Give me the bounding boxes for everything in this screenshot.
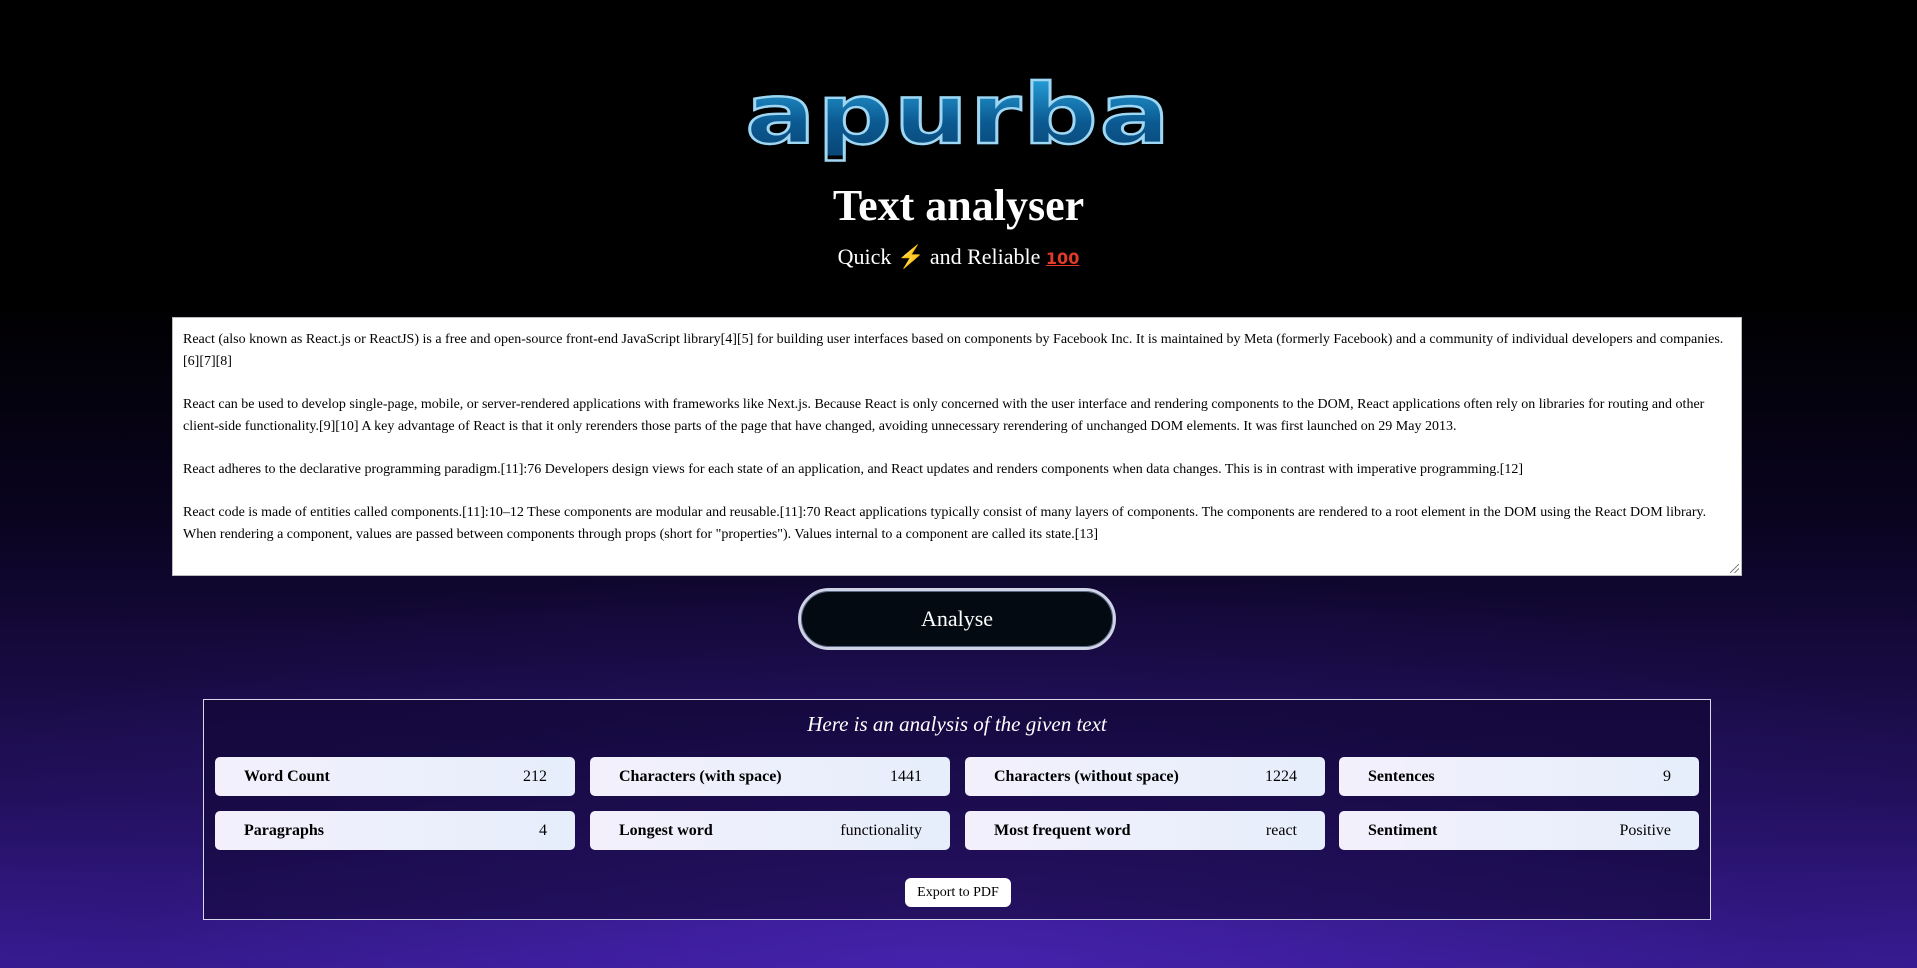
- stat-paragraphs: Paragraphs 4: [215, 811, 575, 850]
- stat-word-count: Word Count 212: [215, 757, 575, 796]
- input-paragraph: React code is made of entities called co…: [183, 505, 1707, 542]
- stat-value: 9: [1663, 767, 1671, 785]
- stat-value: 4: [539, 821, 547, 839]
- stat-label: Sentences: [1368, 767, 1435, 785]
- stat-sentiment: Sentiment Positive: [1339, 811, 1699, 850]
- input-paragraph: React can be used to develop single-page…: [183, 397, 1705, 434]
- stat-label: Word Count: [244, 767, 330, 785]
- text-input[interactable]: React (also known as React.js or ReactJS…: [172, 317, 1742, 576]
- stat-label: Sentiment: [1368, 821, 1438, 839]
- stat-value: 212: [523, 767, 547, 785]
- analysis-heading: Here is an analysis of the given text: [807, 712, 1107, 736]
- stat-label: Paragraphs: [244, 821, 324, 839]
- stat-label: Characters (with space): [619, 767, 782, 785]
- stat-most-frequent-word: Most frequent word react: [965, 811, 1325, 850]
- stat-characters-with-space: Characters (with space) 1441: [590, 757, 950, 796]
- stat-label: Characters (without space): [994, 767, 1179, 785]
- stat-label: Most frequent word: [994, 821, 1131, 839]
- stat-value: 1441: [890, 767, 922, 785]
- stat-value: Positive: [1619, 821, 1671, 839]
- lightning-icon: ⚡: [896, 244, 925, 269]
- stat-value: functionality: [840, 821, 922, 839]
- subtitle-quick: Quick: [837, 244, 897, 269]
- page-title: Text analyser: [832, 181, 1085, 230]
- export-pdf-button[interactable]: Export to PDF: [905, 878, 1011, 907]
- stat-value: react: [1265, 821, 1297, 839]
- stat-value: 1224: [1265, 767, 1297, 785]
- stat-sentences: Sentences 9: [1339, 757, 1699, 796]
- stat-label: Longest word: [619, 821, 713, 839]
- resize-handle[interactable]: [1730, 564, 1739, 573]
- stat-longest-word: Longest word functionality: [590, 811, 950, 850]
- input-paragraph: React (also known as React.js or ReactJS…: [183, 332, 1724, 369]
- input-paragraph: React adheres to the declarative program…: [183, 462, 1524, 477]
- analyse-button[interactable]: Analyse: [798, 588, 1116, 650]
- stat-characters-without-space: Characters (without space) 1224: [965, 757, 1325, 796]
- logo-text: apurba: [744, 65, 1172, 163]
- analysis-panel: Here is an analysis of the given text Wo…: [203, 699, 1711, 920]
- page-subtitle: Quick ⚡ and Reliable 100: [0, 244, 1917, 270]
- logo: apurba: [0, 62, 1917, 166]
- subtitle-reliable: and Reliable: [924, 244, 1046, 269]
- hundred-points-icon: 100: [1045, 249, 1080, 268]
